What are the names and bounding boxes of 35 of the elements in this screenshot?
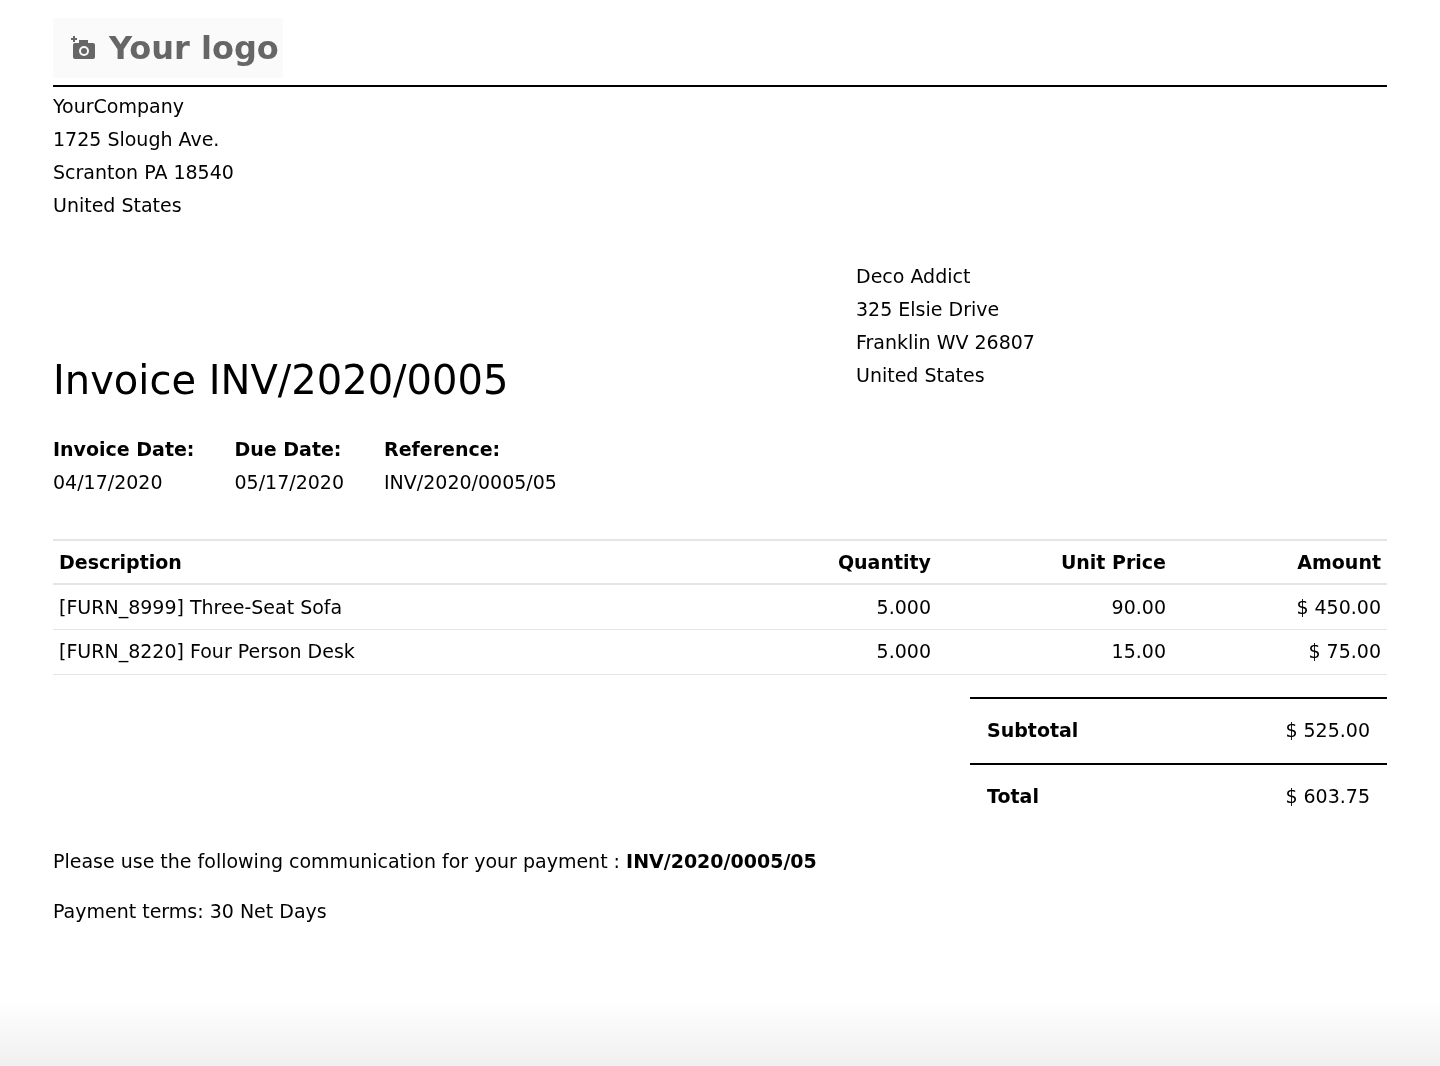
- customer-address-line: 325 Elsie Drive: [856, 297, 1001, 322]
- total-label: Subtotal: [987, 718, 1079, 744]
- company-address-line: 1725 Slough Ave.: [53, 127, 221, 152]
- payment-communication: Please use the following communication for your payment : INV/2020/0005/05: [53, 848, 818, 874]
- invoice-title: Invoice INV/2020/0005: [53, 356, 510, 404]
- table-cell: 15.00: [937, 629, 1172, 674]
- table-cell: [FURN_8999] Three-Seat Sofa: [53, 584, 737, 629]
- info-label: Invoice Date:: [53, 437, 195, 462]
- info-label: Due Date:: [234, 437, 343, 462]
- payment-terms: Payment terms: 30 Net Days: [53, 899, 328, 924]
- info-value: 05/17/2020: [234, 470, 344, 495]
- table-cell: [FURN_8220] Four Person Desk: [53, 629, 737, 674]
- camera-icon: [69, 35, 97, 61]
- company-address-line: YourCompany: [53, 94, 185, 119]
- info-label: Reference:: [384, 437, 502, 462]
- column-header: Quantity: [737, 540, 937, 584]
- total-value: $ 525.00: [1285, 718, 1370, 744]
- company-address-line: United States: [53, 193, 183, 218]
- company-address-line: Scranton PA 18540: [53, 160, 235, 185]
- table-cell: $ 450.00: [1172, 584, 1387, 629]
- info-value: INV/2020/0005/05: [384, 470, 557, 495]
- column-header: Unit Price: [937, 540, 1172, 584]
- column-header: Amount: [1172, 540, 1387, 584]
- customer-address-line: Deco Addict: [856, 264, 972, 289]
- logo-text: Your logo: [109, 28, 279, 69]
- column-header: Description: [53, 540, 737, 584]
- customer-address-line: Franklin WV 26807: [856, 330, 1036, 355]
- table-cell: 90.00: [937, 584, 1172, 629]
- info-value: 04/17/2020: [53, 470, 164, 495]
- customer-address-line: United States: [856, 363, 986, 388]
- total-label: Total: [987, 784, 1039, 810]
- table-cell: $ 75.00: [1172, 629, 1387, 674]
- table-cell: 5.000: [737, 629, 937, 674]
- total-value: $ 603.75: [1285, 784, 1370, 810]
- table-cell: 5.000: [737, 584, 937, 629]
